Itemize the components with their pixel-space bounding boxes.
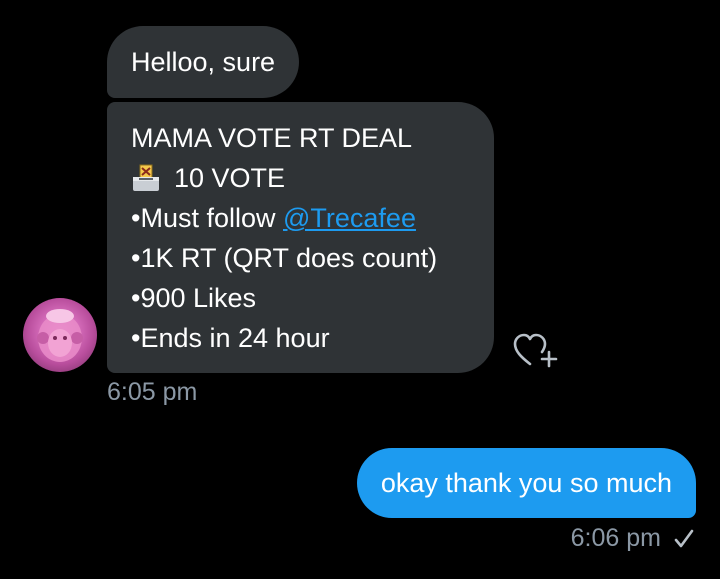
message-text: Helloo, sure [131, 47, 276, 77]
heart-plus-icon[interactable] [511, 330, 561, 370]
message-line: •1K RT (QRT does count) [131, 243, 438, 273]
message-line: •900 Likes [131, 283, 257, 313]
message-line: •Must follow @Trecafee [131, 198, 470, 238]
message-text: •Must follow [131, 203, 283, 233]
mention-link[interactable]: @Trecafee [283, 198, 416, 238]
incoming-message-bubble[interactable]: Helloo, sure [107, 26, 300, 98]
outgoing-message-bubble[interactable]: okay thank you so much [356, 448, 696, 518]
message-timestamp: 6:05 pm [107, 378, 198, 406]
message-line: MAMA VOTE RT DEAL [131, 123, 413, 153]
message-timestamp: 6:06 pm [570, 524, 661, 552]
chat-conversation: Helloo, sure MAMA VOTE RT DEAL 10 VOTE •… [0, 0, 720, 579]
message-text: 10 VOTE [174, 163, 286, 193]
incoming-message-bubble[interactable]: MAMA VOTE RT DEAL 10 VOTE •Must follow @… [107, 102, 494, 373]
ballot-box-with-ballot-icon [131, 163, 161, 193]
message-status: 6:06 pm [571, 524, 695, 553]
message-line: 10 VOTE [131, 158, 470, 198]
avatar[interactable] [23, 298, 97, 372]
message-line: •Ends in 24 hour [131, 323, 330, 353]
message-text: okay thank you so much [380, 467, 672, 498]
check-icon [673, 528, 695, 550]
